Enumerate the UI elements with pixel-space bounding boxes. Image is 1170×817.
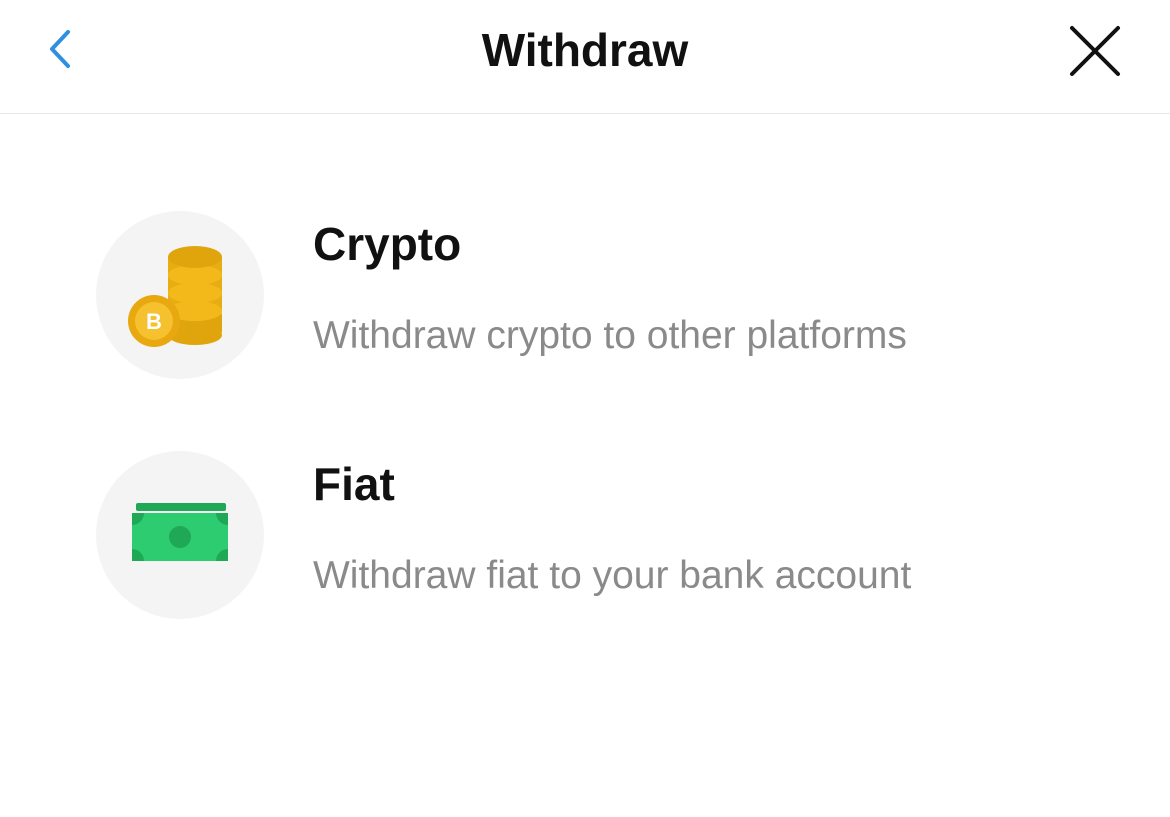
option-crypto[interactable]: B Crypto Withdraw crypto to other platfo… bbox=[0, 196, 1170, 396]
option-crypto-title: Crypto bbox=[313, 218, 462, 270]
coins-stack-icon: B bbox=[128, 246, 222, 347]
page-title: Withdraw bbox=[481, 24, 689, 76]
fiat-icon-circle bbox=[96, 451, 264, 619]
crypto-icon-circle: B bbox=[96, 211, 264, 379]
header: Withdraw bbox=[0, 0, 1170, 114]
close-button[interactable] bbox=[1064, 20, 1126, 82]
banknote-icon bbox=[132, 503, 228, 561]
close-icon bbox=[1070, 26, 1120, 76]
option-fiat-description: Withdraw fiat to your bank account bbox=[313, 554, 912, 597]
option-fiat[interactable]: Fiat Withdraw fiat to your bank account bbox=[0, 436, 1170, 636]
withdraw-screen: Withdraw B Crypto Withdraw crypto to oth… bbox=[0, 0, 1170, 817]
crypto-coin-badge: B bbox=[146, 309, 162, 334]
option-fiat-title: Fiat bbox=[313, 458, 395, 510]
option-crypto-description: Withdraw crypto to other platforms bbox=[313, 314, 907, 357]
